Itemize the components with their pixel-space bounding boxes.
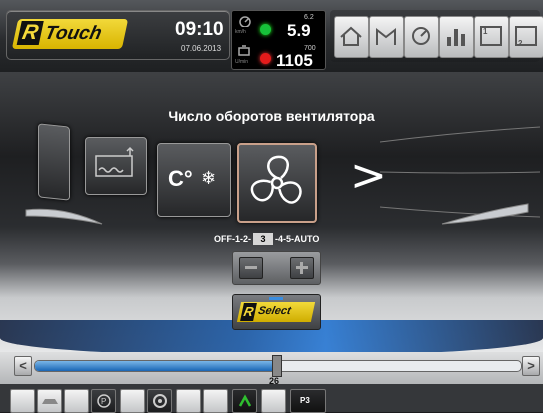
clock-time: 09:10 (175, 19, 224, 40)
bottom-slot-5[interactable] (120, 389, 145, 413)
fan-speed-selected: 3 (253, 233, 273, 245)
carousel-item-fan-selected[interactable] (237, 143, 317, 223)
p3-label: P3 (300, 396, 310, 405)
nav-gauge-button[interactable] (404, 16, 439, 58)
rpm-status-dot (260, 53, 271, 64)
fan-icon (250, 155, 302, 204)
bottom-slot-7[interactable] (176, 389, 201, 413)
bottom-slot-10[interactable] (261, 389, 286, 413)
chevron-right-icon: > (527, 358, 535, 373)
decrease-button[interactable] (239, 257, 263, 279)
slider-increase-button[interactable]: > (522, 356, 540, 376)
brand-logo: R Touch (11, 19, 129, 49)
fan-speed-suffix: -4-5-AUTO (275, 234, 320, 244)
rselect-mark: R (240, 303, 257, 321)
speed-small-value: 6.2 (304, 14, 314, 21)
nav-page-2-button[interactable]: 2 (509, 16, 543, 58)
gauge-icon (412, 27, 430, 45)
rselect-logo: R Select (236, 302, 316, 322)
parking-icon: P (97, 394, 111, 408)
bar-chart-icon (447, 29, 465, 46)
bottom-slot-1[interactable] (10, 389, 35, 413)
snowflake-icon: ❄ (201, 168, 217, 189)
rselect-button[interactable]: R Select (232, 294, 321, 330)
wheel-icon (153, 394, 167, 408)
engine-icon (238, 45, 250, 56)
value-slider: < 26 > (0, 352, 543, 386)
bottom-slot-2[interactable] (37, 389, 62, 413)
nav-home-button[interactable] (334, 16, 369, 58)
home-icon (340, 26, 362, 46)
bottom-bar: P P3 (0, 384, 543, 413)
rpm-unit-label: U/min (235, 59, 249, 65)
status-panel: km/h 6.2 5.9 U/min 700 1105 (231, 10, 326, 70)
clock-date: 07.06.2013 (181, 44, 222, 53)
bottom-slot-8[interactable] (203, 389, 228, 413)
nav-page-1-button[interactable]: 1 (474, 16, 509, 58)
rselect-label: Select (256, 305, 292, 317)
carousel-next-button[interactable]: > (346, 150, 387, 201)
rpm-value: 1105 (276, 51, 313, 70)
nav-machine-button[interactable] (369, 16, 404, 58)
speed-value: 5.9 (287, 21, 311, 40)
brand-mark: R (16, 21, 44, 45)
main-nav: 1 2 (330, 10, 543, 62)
slider-handle[interactable] (272, 355, 282, 377)
fan-speed-stepper (232, 251, 321, 285)
svg-text:P: P (101, 397, 106, 406)
speed-icon (239, 16, 251, 27)
bottom-slot-3[interactable] (64, 389, 89, 413)
carousel-item-display[interactable] (38, 123, 70, 201)
carousel-item-climate[interactable]: C° ❄ (157, 143, 231, 217)
brand-name: Touch (42, 23, 104, 44)
slider-decrease-button[interactable]: < (14, 356, 32, 376)
bottom-slot-6[interactable] (147, 389, 172, 413)
rselect-indicator (269, 297, 283, 300)
brand-panel: R Touch 09:10 07.06.2013 (6, 10, 230, 60)
machine-icon (376, 27, 396, 45)
page-1-label: 1 (483, 27, 488, 36)
slider-fill (35, 361, 274, 371)
speed-unit-label: km/h (235, 29, 246, 35)
right-blade-icon (441, 203, 529, 225)
left-blade-icon (25, 208, 103, 225)
chevron-right-icon: > (350, 150, 387, 201)
climate-label: C° (168, 166, 193, 191)
nav-statistics-button[interactable] (439, 16, 474, 58)
plus-icon-vertical (300, 262, 303, 274)
fan-speed-prefix: OFF-1-2- (214, 234, 251, 244)
page-2-label: 2 (518, 39, 523, 48)
fan-speed-scale: OFF-1-2- 3 -4-5-AUTO (214, 233, 319, 245)
vehicle-icon (42, 399, 58, 404)
bottom-slot-4[interactable]: P (91, 389, 116, 413)
carousel-item-heater[interactable] (85, 137, 147, 195)
increase-button[interactable] (290, 257, 314, 279)
page-title: Число оборотов вентилятора (168, 108, 375, 124)
activity-icon (238, 394, 252, 407)
minus-icon (245, 266, 257, 269)
bottom-slot-9[interactable] (232, 389, 257, 413)
bottom-slot-p3[interactable]: P3 (290, 389, 326, 413)
chevron-left-icon: < (19, 358, 27, 373)
heater-icon (95, 146, 134, 177)
top-bar: R Touch 09:10 07.06.2013 km/h 6.2 5.9 U/… (0, 0, 543, 72)
speed-status-dot (260, 24, 271, 35)
